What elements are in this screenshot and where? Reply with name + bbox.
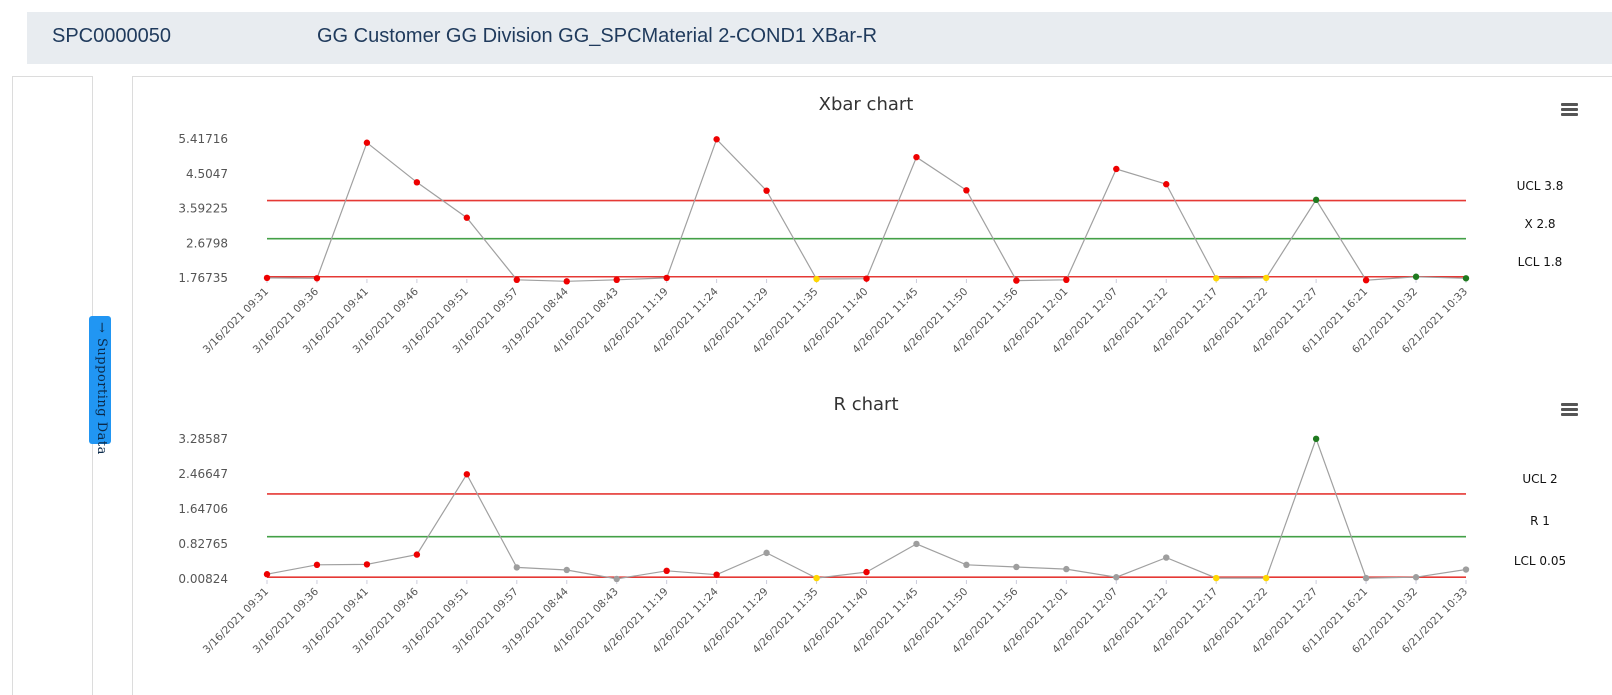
y-tick-label: 3.28587 <box>178 432 228 446</box>
data-point[interactable] <box>813 275 820 283</box>
data-point[interactable] <box>1462 566 1470 573</box>
menu-icon-bar <box>1561 103 1578 106</box>
data-point[interactable] <box>1412 574 1420 581</box>
control-limit-label: LCL 1.8 <box>1518 255 1563 269</box>
data-point[interactable] <box>563 566 570 574</box>
control-limit-label: UCL 3.8 <box>1517 179 1564 193</box>
data-point[interactable] <box>413 551 421 558</box>
control-limit-label: X 2.8 <box>1524 217 1555 231</box>
chart-xbar: Xbar chart 5.41716 4.5047 3.59225 2.6798 1.76… <box>178 94 1578 356</box>
data-point[interactable] <box>663 274 670 282</box>
menu-icon-bar <box>1561 408 1578 411</box>
charts-svg: Xbar chart 5.41716 4.5047 3.59225 2.6798 1.76… <box>178 94 1578 656</box>
series-line <box>266 437 1467 580</box>
series-line <box>266 138 1467 282</box>
data-point[interactable] <box>1412 273 1420 280</box>
data-point[interactable] <box>1213 574 1220 582</box>
data-point[interactable] <box>713 136 720 143</box>
menu-icon-bar <box>1561 108 1578 111</box>
hamburger-menu-icon[interactable] <box>1561 403 1578 416</box>
data-point[interactable] <box>913 153 920 161</box>
data-point[interactable] <box>1163 181 1170 188</box>
data-point[interactable] <box>413 179 421 186</box>
data-point[interactable] <box>1013 563 1020 571</box>
data-point[interactable] <box>763 187 770 194</box>
chart-title: R chart <box>833 394 898 415</box>
data-point[interactable] <box>1063 565 1070 573</box>
data-point[interactable] <box>463 471 471 478</box>
data-point[interactable] <box>1362 574 1370 582</box>
data-point[interactable] <box>763 549 770 557</box>
control-limit-label: R 1 <box>1530 514 1550 528</box>
hamburger-menu-icon[interactable] <box>1561 103 1578 116</box>
y-tick-label: 0.82765 <box>178 537 228 551</box>
y-tick-label: 0.00824 <box>178 572 228 586</box>
chart-r: R chart 3.28587 2.46647 1.64706 0.82765 0.008… <box>178 394 1578 656</box>
data-point[interactable] <box>1213 275 1220 282</box>
data-point[interactable] <box>863 568 870 576</box>
data-point[interactable] <box>1262 574 1270 582</box>
data-point[interactable] <box>613 575 620 583</box>
data-point[interactable] <box>663 567 670 575</box>
chart-title: Xbar chart <box>819 94 914 115</box>
data-point[interactable] <box>1362 276 1370 284</box>
data-point[interactable] <box>463 214 471 221</box>
data-point[interactable] <box>963 187 970 194</box>
data-point[interactable] <box>1312 435 1320 443</box>
data-point[interactable] <box>363 561 371 568</box>
data-point[interactable] <box>1312 196 1320 204</box>
data-point[interactable] <box>513 276 520 284</box>
data-point[interactable] <box>513 564 520 571</box>
data-point[interactable] <box>563 278 570 285</box>
data-point[interactable] <box>1113 574 1120 581</box>
data-point[interactable] <box>863 275 870 282</box>
data-point[interactable] <box>1462 275 1470 282</box>
data-point[interactable] <box>963 561 970 569</box>
data-point[interactable] <box>313 275 321 282</box>
y-tick-label: 1.76735 <box>178 271 228 285</box>
menu-icon-bar <box>1561 413 1578 416</box>
data-point[interactable] <box>613 276 620 284</box>
y-tick-label: 2.6798 <box>186 236 228 250</box>
y-tick-label: 5.41716 <box>178 132 228 146</box>
y-tick-label: 4.5047 <box>186 167 228 181</box>
y-tick-label: 1.64706 <box>178 502 228 516</box>
data-point[interactable] <box>913 540 920 548</box>
y-tick-label: 2.46647 <box>178 467 228 481</box>
data-point[interactable] <box>263 571 271 578</box>
data-point[interactable] <box>1262 274 1270 282</box>
data-point[interactable] <box>1163 554 1170 561</box>
data-point[interactable] <box>813 574 820 582</box>
data-point[interactable] <box>363 139 371 146</box>
y-tick-label: 3.59225 <box>178 202 228 216</box>
menu-icon-bar <box>1561 113 1578 116</box>
data-point[interactable] <box>1063 276 1070 284</box>
control-limit-label: UCL 2 <box>1522 472 1557 486</box>
data-point[interactable] <box>263 274 271 282</box>
menu-icon-bar <box>1561 403 1578 406</box>
data-point[interactable] <box>1013 277 1020 284</box>
data-point[interactable] <box>1113 165 1120 173</box>
control-limit-label: LCL 0.05 <box>1514 554 1566 568</box>
data-point[interactable] <box>713 571 720 578</box>
data-point[interactable] <box>313 561 321 569</box>
